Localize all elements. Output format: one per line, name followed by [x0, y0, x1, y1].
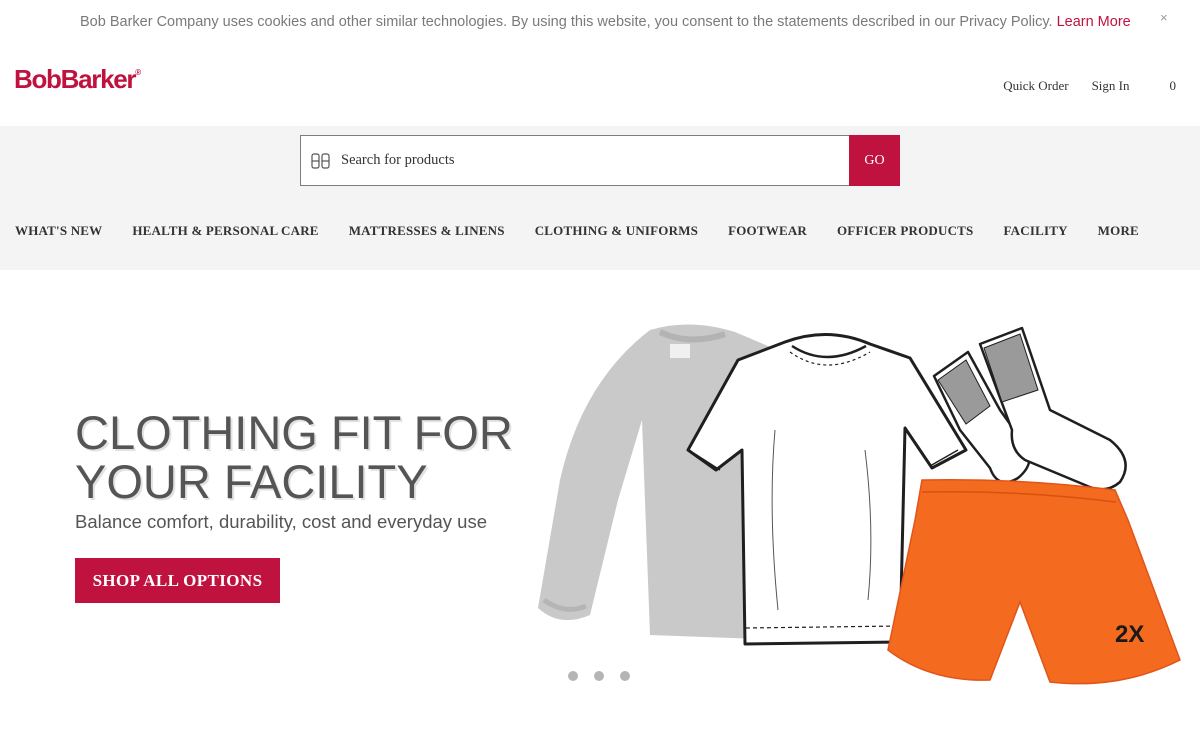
- search-box: [300, 135, 850, 186]
- cart-count[interactable]: 0: [1170, 78, 1177, 94]
- nav-item-footwear[interactable]: FOOTWEAR: [728, 223, 807, 239]
- nav-item-clothing-uniforms[interactable]: CLOTHING & UNIFORMS: [535, 223, 698, 239]
- socks-illustration: [932, 326, 1127, 491]
- nav-item-whats-new[interactable]: WHAT'S NEW: [15, 223, 102, 239]
- carousel-dots: [568, 671, 630, 681]
- barcode-scan-icon[interactable]: [311, 153, 331, 169]
- hero-title-line-1: CLOTHING FIT FOR: [75, 406, 513, 459]
- learn-more-link[interactable]: Learn More: [1057, 14, 1131, 30]
- nav-item-facility[interactable]: FACILITY: [1003, 223, 1067, 239]
- shop-all-options-button[interactable]: SHOP ALL OPTIONS: [75, 558, 280, 603]
- search-go-button[interactable]: GO: [849, 135, 900, 186]
- search-nav-band: GO WHAT'S NEW HEALTH & PERSONAL CARE MAT…: [0, 126, 1200, 270]
- nav-item-mattresses-linens[interactable]: MATTRESSES & LINENS: [349, 223, 505, 239]
- cookie-message: Bob Barker Company uses cookies and othe…: [80, 14, 1131, 30]
- registered-mark: ®: [135, 68, 142, 77]
- search-input[interactable]: [341, 136, 841, 185]
- sign-in-link[interactable]: Sign In: [1092, 78, 1130, 94]
- hero-clothing-image[interactable]: 2X: [520, 310, 1200, 700]
- cookie-text: Bob Barker Company uses cookies and othe…: [80, 14, 1053, 30]
- carousel-dot[interactable]: [568, 671, 578, 681]
- hero-title-line-2: YOUR FACILITY: [75, 455, 428, 508]
- logo-text: BobBarker: [14, 64, 137, 94]
- logo[interactable]: BobBarker®: [14, 64, 141, 95]
- nav-item-health-personal-care[interactable]: HEALTH & PERSONAL CARE: [132, 223, 318, 239]
- hero-subtitle: Balance comfort, durability, cost and ev…: [75, 511, 488, 532]
- carousel-dot[interactable]: [594, 671, 604, 681]
- shorts-illustration: 2X: [887, 478, 1181, 685]
- nav-item-officer-products[interactable]: OFFICER PRODUCTS: [837, 223, 973, 239]
- header-links: Quick Order Sign In 0: [1003, 78, 1176, 94]
- cookie-banner: Bob Barker Company uses cookies and othe…: [0, 0, 1200, 46]
- shorts-size-label: 2X: [1115, 621, 1144, 648]
- close-icon[interactable]: ×: [1160, 10, 1168, 25]
- carousel-dot[interactable]: [620, 671, 630, 681]
- nav-item-more[interactable]: MORE: [1098, 223, 1139, 239]
- main-nav: WHAT'S NEW HEALTH & PERSONAL CARE MATTRE…: [15, 223, 1139, 239]
- hero-title: CLOTHING FIT FOR YOUR FACILITY: [75, 408, 555, 506]
- quick-order-link[interactable]: Quick Order: [1003, 78, 1068, 94]
